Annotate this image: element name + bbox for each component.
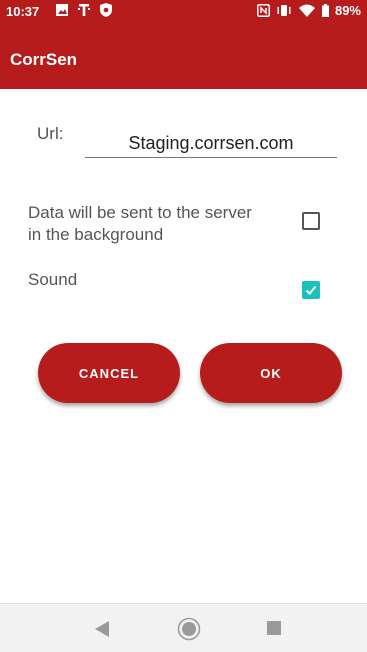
sound-label: Sound <box>28 270 78 289</box>
check-icon <box>305 285 317 295</box>
background-send-label: Data will be sent to the server in the b… <box>28 203 252 244</box>
app-bar: CorrSen <box>0 24 367 89</box>
status-bar: 10:37 89% <box>0 0 367 24</box>
background-send-checkbox[interactable] <box>302 212 320 230</box>
battery-percent: 89% <box>334 3 361 18</box>
cancel-button[interactable]: CANCEL <box>38 343 180 403</box>
image-icon <box>56 4 68 16</box>
vibrate-icon <box>277 5 291 16</box>
shield-icon <box>100 3 112 17</box>
wifi-icon <box>298 4 315 17</box>
sound-checkbox[interactable] <box>302 281 320 299</box>
ok-button[interactable]: OK <box>200 343 342 403</box>
app-title: CorrSen <box>10 50 78 69</box>
nfc-icon <box>256 4 270 17</box>
home-icon[interactable] <box>177 617 201 641</box>
navigation-bar <box>0 603 367 652</box>
back-icon[interactable] <box>95 621 109 637</box>
battery-icon <box>321 4 329 17</box>
url-label: Url: <box>37 124 64 143</box>
recents-icon[interactable] <box>267 621 281 635</box>
tmobile-icon <box>78 4 90 16</box>
url-input[interactable] <box>85 129 337 158</box>
status-time: 10:37 <box>6 4 40 19</box>
